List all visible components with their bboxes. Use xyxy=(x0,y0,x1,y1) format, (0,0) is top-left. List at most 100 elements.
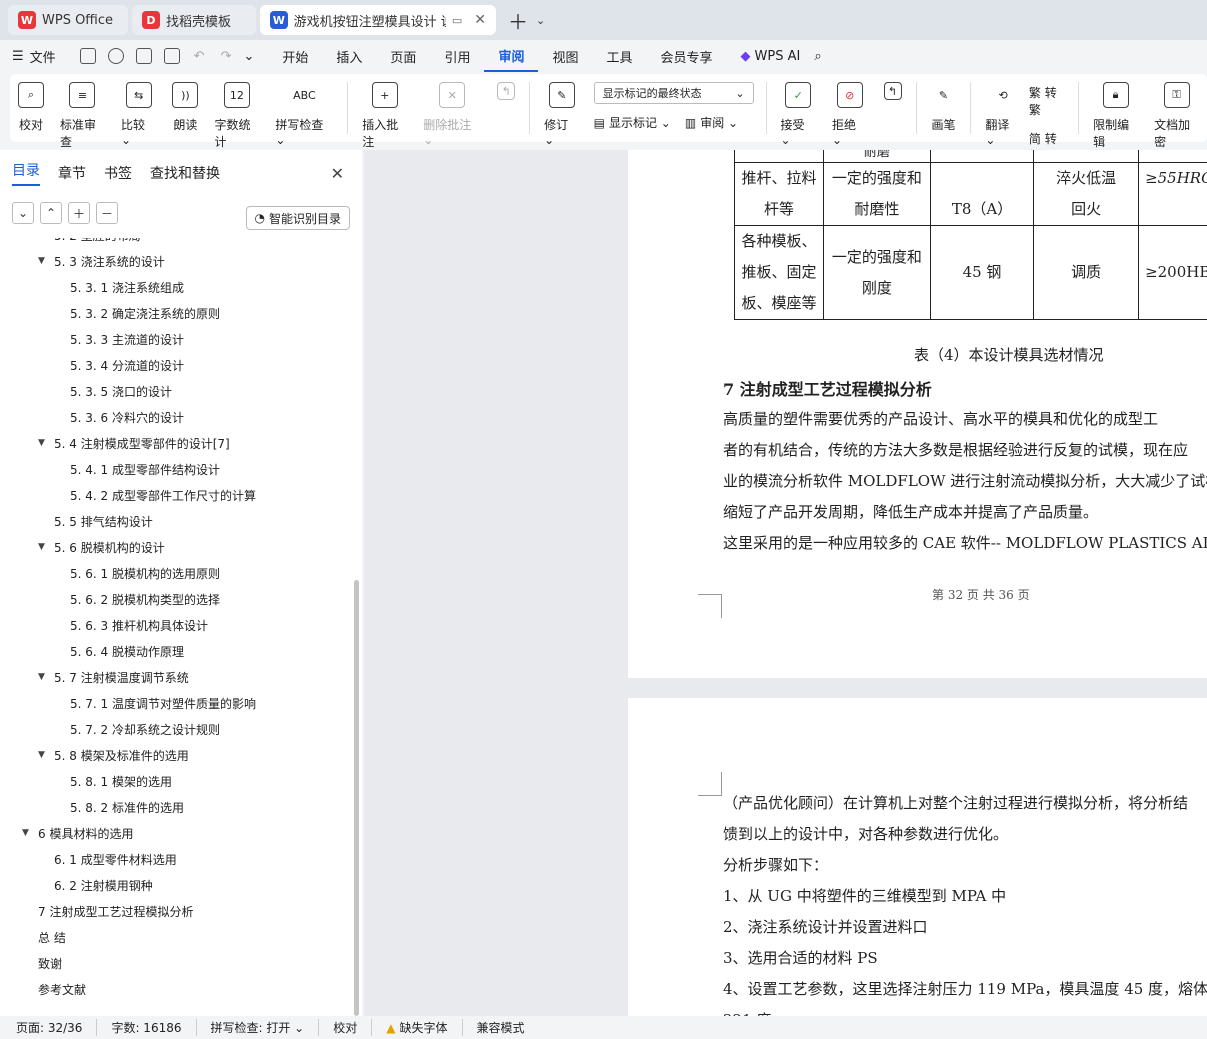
save-icon[interactable] xyxy=(79,48,96,64)
toc-item[interactable]: 5. 6. 2 脱模机构类型的选择 xyxy=(54,586,220,612)
toc-item[interactable]: 5. 8. 1 模架的选用 xyxy=(54,768,172,794)
tab-find-replace[interactable]: 查找和替换 xyxy=(150,163,220,183)
page-indicator[interactable]: 页面: 32/36 xyxy=(16,1019,98,1036)
toc-item[interactable]: 参考文献 xyxy=(22,976,86,1002)
expand-arrow-icon[interactable]: ▼ xyxy=(38,542,54,552)
accept-button[interactable]: ✓ 接受 ⌄ xyxy=(781,82,816,147)
to-traditional-button[interactable]: 繁 转繁 xyxy=(1029,84,1066,118)
menu-tools[interactable]: 工具 xyxy=(592,40,646,72)
compare-button[interactable]: ⇆ 比较 ⌄ xyxy=(121,82,156,147)
read-aloud-button[interactable]: )) 朗读 xyxy=(172,82,199,133)
expand-arrow-icon[interactable]: ▼ xyxy=(38,672,54,682)
expand-arrow-icon[interactable]: ▼ xyxy=(38,438,54,448)
search-icon[interactable]: ⌕ xyxy=(814,49,821,64)
spell-check-button[interactable]: ABC 拼写检查 ⌄ xyxy=(275,82,333,148)
quick-access-dropdown-icon[interactable]: ⌄ xyxy=(243,49,254,64)
restrict-edit-button[interactable]: 🔒︎ 限制编辑 xyxy=(1093,82,1138,150)
toc-item[interactable]: 5. 6. 1 脱模机构的选用原则 xyxy=(54,560,220,586)
toc-item[interactable]: 5. 6. 3 推杆机构具体设计 xyxy=(54,612,208,638)
toc-item[interactable]: 5. 2 型腔的布局 xyxy=(38,238,141,248)
wps-ai-icon: ◆ xyxy=(740,48,751,64)
tab-bookmarks[interactable]: 书签 xyxy=(104,163,132,183)
add-heading-icon[interactable]: ＋ xyxy=(68,202,90,224)
wps-ai-button[interactable]: WPS AI xyxy=(755,49,801,64)
toc-item[interactable]: 5. 3. 4 分流道的设计 xyxy=(54,352,184,378)
chevron-down-icon[interactable]: ⌄ xyxy=(536,14,545,27)
print-preview-icon[interactable] xyxy=(163,48,180,64)
expand-arrow-icon[interactable]: ▼ xyxy=(22,828,38,838)
redo-icon[interactable]: ↷ xyxy=(221,49,232,64)
show-markup-button[interactable]: 显示标记 ⌄ xyxy=(609,114,671,131)
tab-wps-office[interactable]: W WPS Office xyxy=(8,5,128,35)
revise-button[interactable]: ✎ 修订 ⌄ xyxy=(544,82,579,147)
menu-view[interactable]: 视图 xyxy=(538,40,592,72)
print-icon[interactable] xyxy=(135,48,152,64)
menu-insert[interactable]: 插入 xyxy=(322,40,376,72)
toc-item[interactable]: 5. 7. 2 冷却系统之设计规则 xyxy=(54,716,220,742)
translate-button[interactable]: ⟲ 翻译 ⌄ xyxy=(985,82,1020,148)
smart-toc-button[interactable]: ◔ 智能识别目录 xyxy=(245,206,350,230)
menu-home[interactable]: 开始 xyxy=(268,40,322,72)
toc-item[interactable]: ▼ 6 模具材料的选用 xyxy=(22,820,133,846)
file-menu[interactable]: 文件 xyxy=(30,47,56,66)
menu-member[interactable]: 会员专享 xyxy=(647,40,727,72)
toc-item[interactable]: 5. 3. 6 冷料穴的设计 xyxy=(54,404,184,430)
insert-comment-button[interactable]: + 插入批注 xyxy=(362,82,407,150)
review-pane-button[interactable]: 审阅 ⌄ xyxy=(700,114,738,131)
toc-item[interactable]: 5. 3. 1 浇注系统组成 xyxy=(54,274,184,300)
toc-item[interactable]: 5. 4. 1 成型零部件结构设计 xyxy=(54,456,220,482)
expand-icon[interactable]: ⌄ xyxy=(12,202,34,224)
missing-font-status[interactable]: ▲ 缺失字体 xyxy=(386,1019,463,1036)
toc-item[interactable]: 5. 7. 1 温度调节对塑件质量的影响 xyxy=(54,690,256,716)
menu-review[interactable]: 审阅 xyxy=(484,40,539,72)
toc-item[interactable]: 7 注射成型工艺过程模拟分析 xyxy=(22,898,193,924)
pen-button[interactable]: ✎ 画笔 xyxy=(930,82,956,133)
toc-item[interactable]: 5. 3. 2 确定浇注系统的原则 xyxy=(54,300,220,326)
reject-button[interactable]: ⊘ 拒绝 ⌄ xyxy=(832,82,867,147)
prev-comment-button[interactable]: ↰ xyxy=(497,82,516,108)
proof-status[interactable]: 校对 xyxy=(333,1019,373,1036)
close-pane-icon[interactable]: ✕ xyxy=(331,164,344,183)
expand-arrow-icon[interactable]: ▼ xyxy=(38,750,54,760)
new-tab-icon[interactable]: ＋ xyxy=(508,6,528,35)
doc-encrypt-button[interactable]: ⚿ 文档加密 xyxy=(1154,82,1199,150)
toc-item[interactable]: ▼ 5. 7 注射模温度调节系统 xyxy=(38,664,189,690)
toc-item[interactable]: 5. 4. 2 成型零部件工作尺寸的计算 xyxy=(54,482,256,508)
toc-item[interactable]: 5. 6. 4 脱模动作原理 xyxy=(54,638,184,664)
toc-item[interactable]: 致谢 xyxy=(22,950,62,976)
tab-toc[interactable]: 目录 xyxy=(12,160,40,186)
toc-item[interactable]: 5. 3. 5 浇口的设计 xyxy=(54,378,172,404)
markup-state-select[interactable]: 显示标记的最终状态 ⌄ xyxy=(593,82,754,104)
toc-item[interactable]: ▼ 5. 3 浇注系统的设计 xyxy=(38,248,165,274)
word-count-indicator[interactable]: 字数: 16186 xyxy=(111,1019,197,1036)
tab-current-document[interactable]: W 游戏机按钮注塑模具设计 说明 ▭ ✕ xyxy=(260,5,496,35)
word-count-button[interactable]: 12 字数统计 xyxy=(214,82,259,150)
toc-item[interactable]: 6. 2 注射模用钢种 xyxy=(38,872,153,898)
toc-item[interactable]: 6. 1 成型零件材料选用 xyxy=(38,846,177,872)
delete-comment-button[interactable]: ✕ 删除批注 ⌄ xyxy=(423,82,481,147)
screen-icon[interactable]: ▭ xyxy=(452,14,462,27)
toc-item[interactable]: 总 结 xyxy=(22,924,66,950)
search-doc-icon[interactable] xyxy=(107,48,124,64)
toc-item[interactable]: ▼ 5. 4 注射模成型零部件的设计[7] xyxy=(38,430,230,456)
prev-change-button[interactable]: ↰ xyxy=(883,82,902,108)
proofread-button[interactable]: ⌕ 校对 xyxy=(18,82,44,133)
toc-item[interactable]: 5. 5 排气结构设计 xyxy=(38,508,153,534)
toc-item[interactable]: ▼ 5. 6 脱模机构的设计 xyxy=(38,534,165,560)
toc-item[interactable]: 5. 3. 3 主流道的设计 xyxy=(54,326,184,352)
standard-review-button[interactable]: ≡ 标准审查 xyxy=(60,82,105,150)
tab-docer-templates[interactable]: D 找稻壳模板 xyxy=(132,5,256,35)
remove-heading-icon[interactable]: － xyxy=(96,202,118,224)
close-tab-icon[interactable]: ✕ xyxy=(474,12,486,28)
menu-page[interactable]: 页面 xyxy=(376,40,430,72)
toc-item[interactable]: 5. 8. 2 标准件的选用 xyxy=(54,794,184,820)
collapse-icon[interactable]: ⌃ xyxy=(40,202,62,224)
spell-check-status[interactable]: 拼写检查: 打开 ⌄ xyxy=(211,1019,320,1036)
expand-arrow-icon[interactable]: ▼ xyxy=(38,256,54,266)
toc-item[interactable]: ▼ 5. 8 模架及标准件的选用 xyxy=(38,742,189,768)
tab-chapters[interactable]: 章节 xyxy=(58,163,86,183)
scrollbar[interactable] xyxy=(354,580,359,1016)
menu-references[interactable]: 引用 xyxy=(430,40,484,72)
hamburger-icon[interactable]: ☰ xyxy=(12,49,24,64)
undo-icon[interactable]: ↶ xyxy=(194,49,205,64)
